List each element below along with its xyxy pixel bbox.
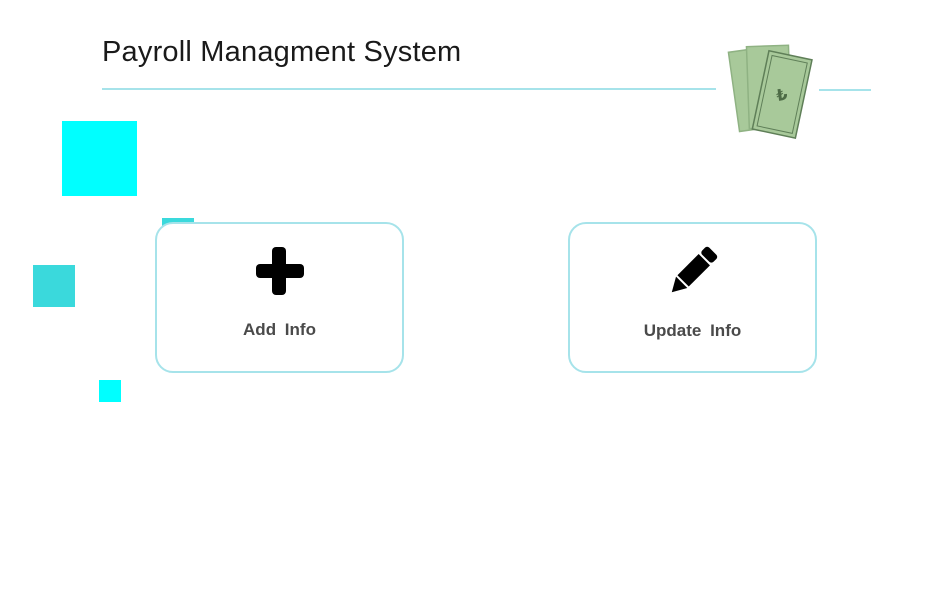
- add-info-button[interactable]: Add Info: [155, 222, 404, 373]
- update-info-label: Update Info: [643, 321, 742, 340]
- decor-square-teal: [33, 265, 75, 307]
- decor-square-cyan-large: [62, 121, 137, 196]
- decor-square-cyan-small: [99, 380, 121, 402]
- plus-icon: [255, 247, 304, 295]
- header-divider-end: [819, 89, 871, 91]
- pencil-icon: [671, 246, 717, 293]
- page-title: Payroll Managment System: [102, 36, 462, 68]
- update-info-button[interactable]: Update Info: [568, 222, 817, 373]
- add-info-label: Add Info: [243, 320, 316, 339]
- header-divider: [102, 88, 716, 90]
- money-bills-icon: ₺: [727, 44, 813, 140]
